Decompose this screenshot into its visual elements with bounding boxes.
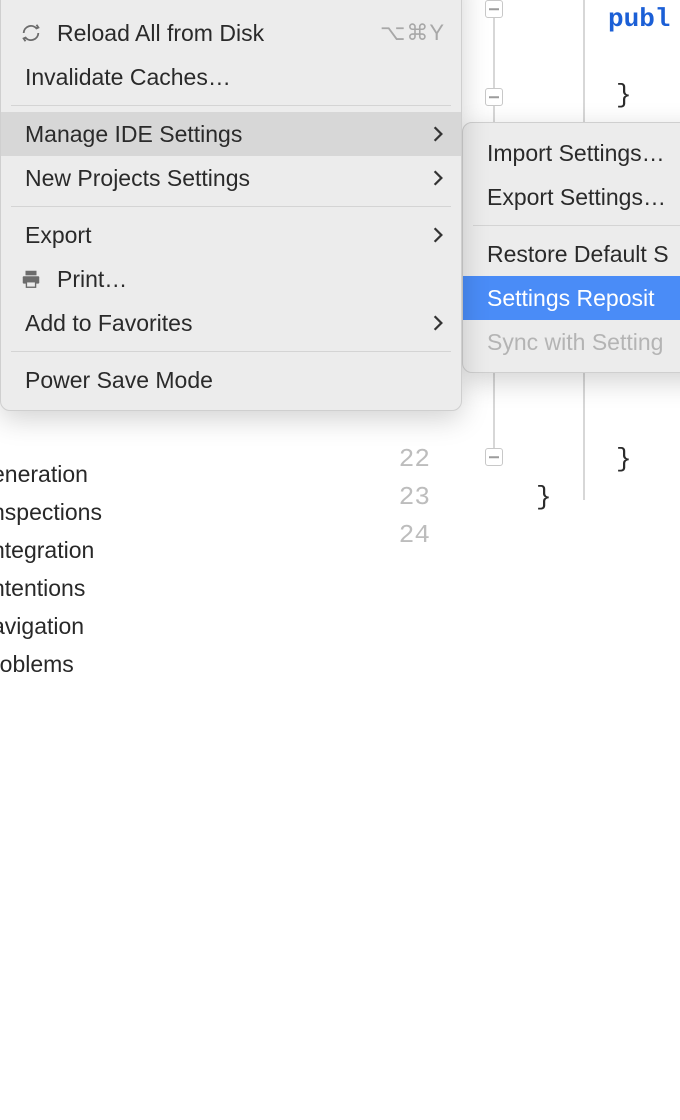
print-item[interactable]: Print… xyxy=(1,257,461,301)
code-brace: } xyxy=(508,80,632,110)
list-item[interactable]: avigation xyxy=(0,607,102,645)
chevron-right-icon xyxy=(431,169,445,187)
menu-separator xyxy=(473,225,680,226)
chevron-right-icon xyxy=(431,314,445,332)
new-projects-settings-item[interactable]: New Projects Settings xyxy=(1,156,461,200)
add-to-favorites-item[interactable]: Add to Favorites xyxy=(1,301,461,345)
menu-label: Manage IDE Settings xyxy=(25,121,423,148)
menu-label: Export xyxy=(25,222,423,249)
menu-label: Reload All from Disk xyxy=(57,20,380,47)
code-area[interactable]: } } xyxy=(508,440,680,516)
power-save-mode-item[interactable]: Power Save Mode xyxy=(1,358,461,402)
settings-repository-item[interactable]: Settings Reposit xyxy=(463,276,680,320)
shortcut: ⌘ S xyxy=(399,0,445,2)
code-keyword: publ xyxy=(508,4,670,34)
reload-icon xyxy=(17,22,45,44)
fold-node-icon[interactable] xyxy=(485,0,503,18)
menu-label: Import Settings… xyxy=(487,140,680,167)
menu-label: Settings Reposit xyxy=(487,285,680,312)
list-item[interactable]: ntentions xyxy=(0,569,102,607)
fold-node-icon[interactable] xyxy=(485,88,503,106)
manage-ide-settings-submenu: Import Settings… Export Settings… Restor… xyxy=(462,122,680,373)
list-item[interactable]: eneration xyxy=(0,455,102,493)
menu-label: Sync with Setting xyxy=(487,329,680,356)
restore-default-item[interactable]: Restore Default S xyxy=(463,232,680,276)
file-menu: Save All ⌘ S Reload All from Disk ⌥⌘Y In… xyxy=(0,0,462,411)
line-number: 23 xyxy=(378,478,430,516)
menu-separator xyxy=(11,206,451,207)
fold-node-icon[interactable] xyxy=(485,448,503,466)
chevron-right-icon xyxy=(431,125,445,143)
export-item[interactable]: Export xyxy=(1,213,461,257)
shortcut: ⌥⌘Y xyxy=(380,20,445,46)
menu-label: Export Settings… xyxy=(487,184,680,211)
menu-label: Save All xyxy=(57,0,399,3)
manage-ide-settings-item[interactable]: Manage IDE Settings xyxy=(1,112,461,156)
menu-label: Restore Default S xyxy=(487,241,680,268)
sync-settings-item[interactable]: Sync with Setting xyxy=(463,320,680,364)
code-area[interactable]: publ } xyxy=(508,0,680,114)
menu-label: Invalidate Caches… xyxy=(25,64,445,91)
menu-separator xyxy=(11,105,451,106)
menu-label: Print… xyxy=(57,266,445,293)
menu-label: New Projects Settings xyxy=(25,165,423,192)
save-all-item[interactable]: Save All ⌘ S xyxy=(1,0,461,11)
line-number: 24 xyxy=(378,516,430,554)
menu-separator xyxy=(11,351,451,352)
export-settings-item[interactable]: Export Settings… xyxy=(463,175,680,219)
import-settings-item[interactable]: Import Settings… xyxy=(463,131,680,175)
chevron-right-icon xyxy=(431,226,445,244)
list-item[interactable]: ntegration xyxy=(0,531,102,569)
line-gutter: 22 23 24 xyxy=(378,440,448,1120)
menu-label: Power Save Mode xyxy=(25,367,445,394)
reload-from-disk-item[interactable]: Reload All from Disk ⌥⌘Y xyxy=(1,11,461,55)
list-item[interactable]: roblems xyxy=(0,645,102,683)
preferences-list: eneration nspections ntegration ntention… xyxy=(0,455,102,683)
line-number: 22 xyxy=(378,440,430,478)
print-icon xyxy=(17,268,45,290)
code-brace: } xyxy=(508,444,632,474)
code-brace: } xyxy=(508,482,552,512)
invalidate-caches-item[interactable]: Invalidate Caches… xyxy=(1,55,461,99)
menu-label: Add to Favorites xyxy=(25,310,423,337)
list-item[interactable]: nspections xyxy=(0,493,102,531)
